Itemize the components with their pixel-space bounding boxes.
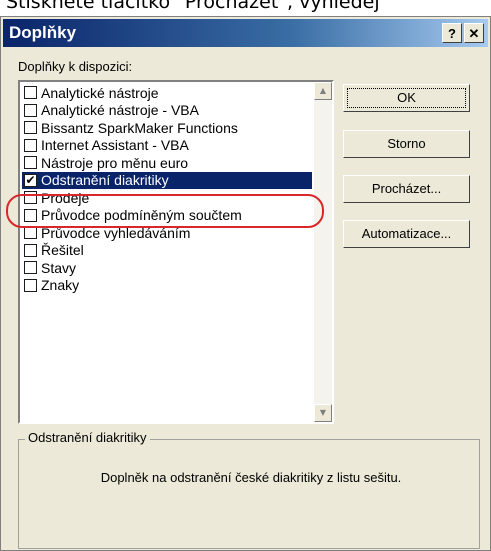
addin-list-item[interactable]: ✔ Odstranění diakritiky xyxy=(22,171,312,189)
addin-label: Bissantz SparkMaker Functions xyxy=(41,119,238,136)
addin-checkbox[interactable] xyxy=(24,191,37,205)
addin-list-item[interactable]: Bissantz SparkMaker Functions xyxy=(22,119,312,137)
addin-label: Průvodce vyhledáváním xyxy=(41,224,191,241)
addin-label: Analytické nástroje xyxy=(41,84,159,101)
browse-button[interactable]: Procházet... xyxy=(343,175,470,203)
caption-strip: Stiskněte tlačítko "Procházet", vyhledej xyxy=(0,0,491,16)
list-scrollbar[interactable]: ▲ ▼ xyxy=(314,82,332,422)
description-title: Odstranění diakritiky xyxy=(25,430,150,445)
addin-label: Internet Assistant - VBA xyxy=(41,137,189,154)
addin-list-item[interactable]: Znaky xyxy=(22,277,312,295)
caption-text: Stiskněte tlačítko "Procházet", vyhledej xyxy=(6,0,380,13)
addin-checkbox[interactable] xyxy=(24,156,37,170)
addin-checkbox[interactable] xyxy=(24,121,37,135)
automation-button[interactable]: Automatizace... xyxy=(343,220,470,248)
addin-label: Nástroje pro měnu euro xyxy=(41,154,189,171)
addin-list-item[interactable]: Průvodce podmíněným součtem xyxy=(22,207,312,225)
addin-list-item[interactable]: Stavy xyxy=(22,259,312,277)
addin-list-item[interactable]: Analytické nástroje xyxy=(22,84,312,102)
addin-checkbox[interactable] xyxy=(24,226,37,240)
addin-list-item[interactable]: Internet Assistant - VBA xyxy=(22,137,312,155)
addins-list-label: Doplňky k dispozici: xyxy=(18,59,133,74)
addin-list-item[interactable]: Prodeje xyxy=(22,189,312,207)
addin-list-item[interactable]: Analytické nástroje - VBA xyxy=(22,102,312,120)
addin-checkbox[interactable] xyxy=(24,208,37,222)
addin-list-item[interactable]: Průvodce vyhledáváním xyxy=(22,224,312,242)
help-button[interactable]: ? xyxy=(442,23,462,43)
description-text: Doplněk na odstranění české diakritiky z… xyxy=(100,470,402,485)
addin-checkbox[interactable] xyxy=(24,103,37,117)
addins-dialog: Doplňky ? ✕ Doplňky k dispozici: Analyti… xyxy=(0,16,491,551)
addin-label: Řešitel xyxy=(41,242,84,259)
addin-label: Průvodce podmíněným součtem xyxy=(41,207,242,224)
cancel-button[interactable]: Storno xyxy=(343,130,470,158)
addin-label: Prodeje xyxy=(41,189,90,206)
addins-list: Analytické nástroje Analytické nástroje -… xyxy=(22,84,312,420)
addin-checkbox[interactable] xyxy=(24,261,37,275)
window-title: Doplňky xyxy=(9,23,77,42)
addin-list-item[interactable]: Řešitel xyxy=(22,242,312,260)
addins-listbox[interactable]: Analytické nástroje Analytické nástroje -… xyxy=(18,80,334,424)
addin-checkbox[interactable] xyxy=(24,243,37,257)
addin-label: Znaky xyxy=(41,277,80,294)
scroll-down-icon[interactable]: ▼ xyxy=(314,404,332,422)
close-button[interactable]: ✕ xyxy=(464,23,484,43)
addin-checkbox[interactable]: ✔ xyxy=(24,173,37,187)
addin-checkbox[interactable] xyxy=(24,278,37,292)
addin-label: Odstranění diakritiky xyxy=(41,172,169,189)
addin-list-item[interactable]: Nástroje pro měnu euro xyxy=(22,154,312,172)
addin-label: Analytické nástroje - VBA xyxy=(41,102,199,119)
addin-checkbox[interactable] xyxy=(24,138,37,152)
scroll-up-icon[interactable]: ▲ xyxy=(314,82,332,100)
title-bar: Doplňky ? ✕ xyxy=(3,19,488,47)
addin-checkbox[interactable] xyxy=(24,86,37,100)
ok-button[interactable]: OK xyxy=(343,84,470,112)
description-group: Odstranění diakritiky Doplněk na odstran… xyxy=(18,430,480,549)
addin-label: Stavy xyxy=(41,259,77,276)
